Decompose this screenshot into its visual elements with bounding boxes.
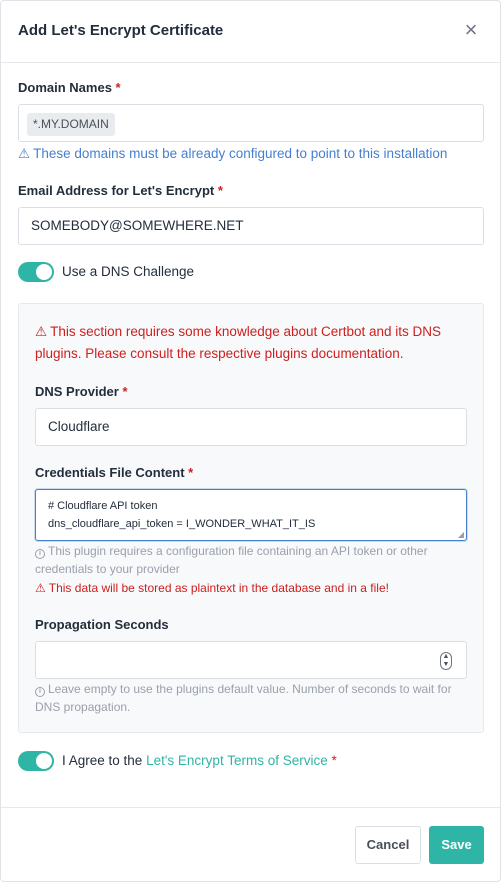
agree-terms-toggle[interactable] <box>18 751 54 771</box>
info-icon: i <box>35 549 45 559</box>
required-mark: * <box>115 80 121 95</box>
domain-names-input[interactable]: *.MY.DOMAIN <box>18 104 484 142</box>
required-mark: * <box>331 753 337 768</box>
required-mark: * <box>122 384 128 399</box>
alert-triangle-icon: ⚠ <box>18 146 31 161</box>
domain-tag[interactable]: *.MY.DOMAIN <box>27 113 115 136</box>
dns-warning: ⚠ This section requires some knowledge ab… <box>35 324 442 361</box>
footer-divider <box>1 807 500 808</box>
propagation-seconds-input[interactable]: ▲ ▼ <box>35 641 467 679</box>
toggle-knob <box>36 753 52 769</box>
dns-provider-select[interactable]: Cloudflare <box>35 408 467 446</box>
propagation-label: Propagation Seconds <box>35 617 169 632</box>
toggle-knob <box>36 264 52 280</box>
dns-section: ⚠ This section requires some knowledge ab… <box>18 303 484 733</box>
credentials-line-2: dns_cloudflare_api_token = I_WONDER_WHAT… <box>48 518 316 530</box>
credentials-line-1: # Cloudflare API token <box>48 500 158 512</box>
email-field[interactable]: SOMEBODY@SOMEWHERE.NET <box>18 207 484 245</box>
dns-provider-value: Cloudflare <box>48 419 110 434</box>
propagation-info: i Leave empty to use the plugins default … <box>35 682 452 714</box>
terms-of-service-link[interactable]: Let's Encrypt Terms of Service <box>146 753 328 768</box>
alert-triangle-icon: ⚠ <box>35 581 46 595</box>
info-icon: i <box>35 687 45 697</box>
resize-handle-icon[interactable]: ◢ <box>458 530 464 539</box>
agree-terms-label: I Agree to the Let's Encrypt Terms of Se… <box>62 753 337 768</box>
modal-header: Add Let's Encrypt Certificate × <box>1 1 500 63</box>
credentials-label: Credentials File Content * <box>35 465 194 480</box>
domain-hint: ⚠ These domains must be already configure… <box>18 146 448 161</box>
required-mark: * <box>188 465 194 480</box>
credentials-info: i This plugin requires a configuration fi… <box>35 544 428 576</box>
dns-provider-label: DNS Provider * <box>35 384 128 399</box>
dns-challenge-toggle[interactable] <box>18 262 54 282</box>
credentials-warning: ⚠ This data will be stored as plaintext i… <box>35 581 389 595</box>
cancel-button[interactable]: Cancel <box>355 826 421 864</box>
close-icon[interactable]: × <box>460 19 482 41</box>
email-value: SOMEBODY@SOMEWHERE.NET <box>31 218 244 233</box>
alert-triangle-icon: ⚠ <box>35 324 48 339</box>
dns-challenge-label: Use a DNS Challenge <box>62 264 195 279</box>
credentials-textarea[interactable]: # Cloudflare API token dns_cloudflare_ap… <box>35 489 467 541</box>
domain-names-label: Domain Names * <box>18 80 121 95</box>
modal-title: Add Let's Encrypt Certificate <box>18 22 224 39</box>
required-mark: * <box>217 183 223 198</box>
certificate-modal: Add Let's Encrypt Certificate × Domain N… <box>0 0 501 882</box>
number-stepper-icon[interactable]: ▲ ▼ <box>440 652 452 670</box>
save-button[interactable]: Save <box>429 826 484 864</box>
email-label: Email Address for Let's Encrypt * <box>18 183 223 198</box>
